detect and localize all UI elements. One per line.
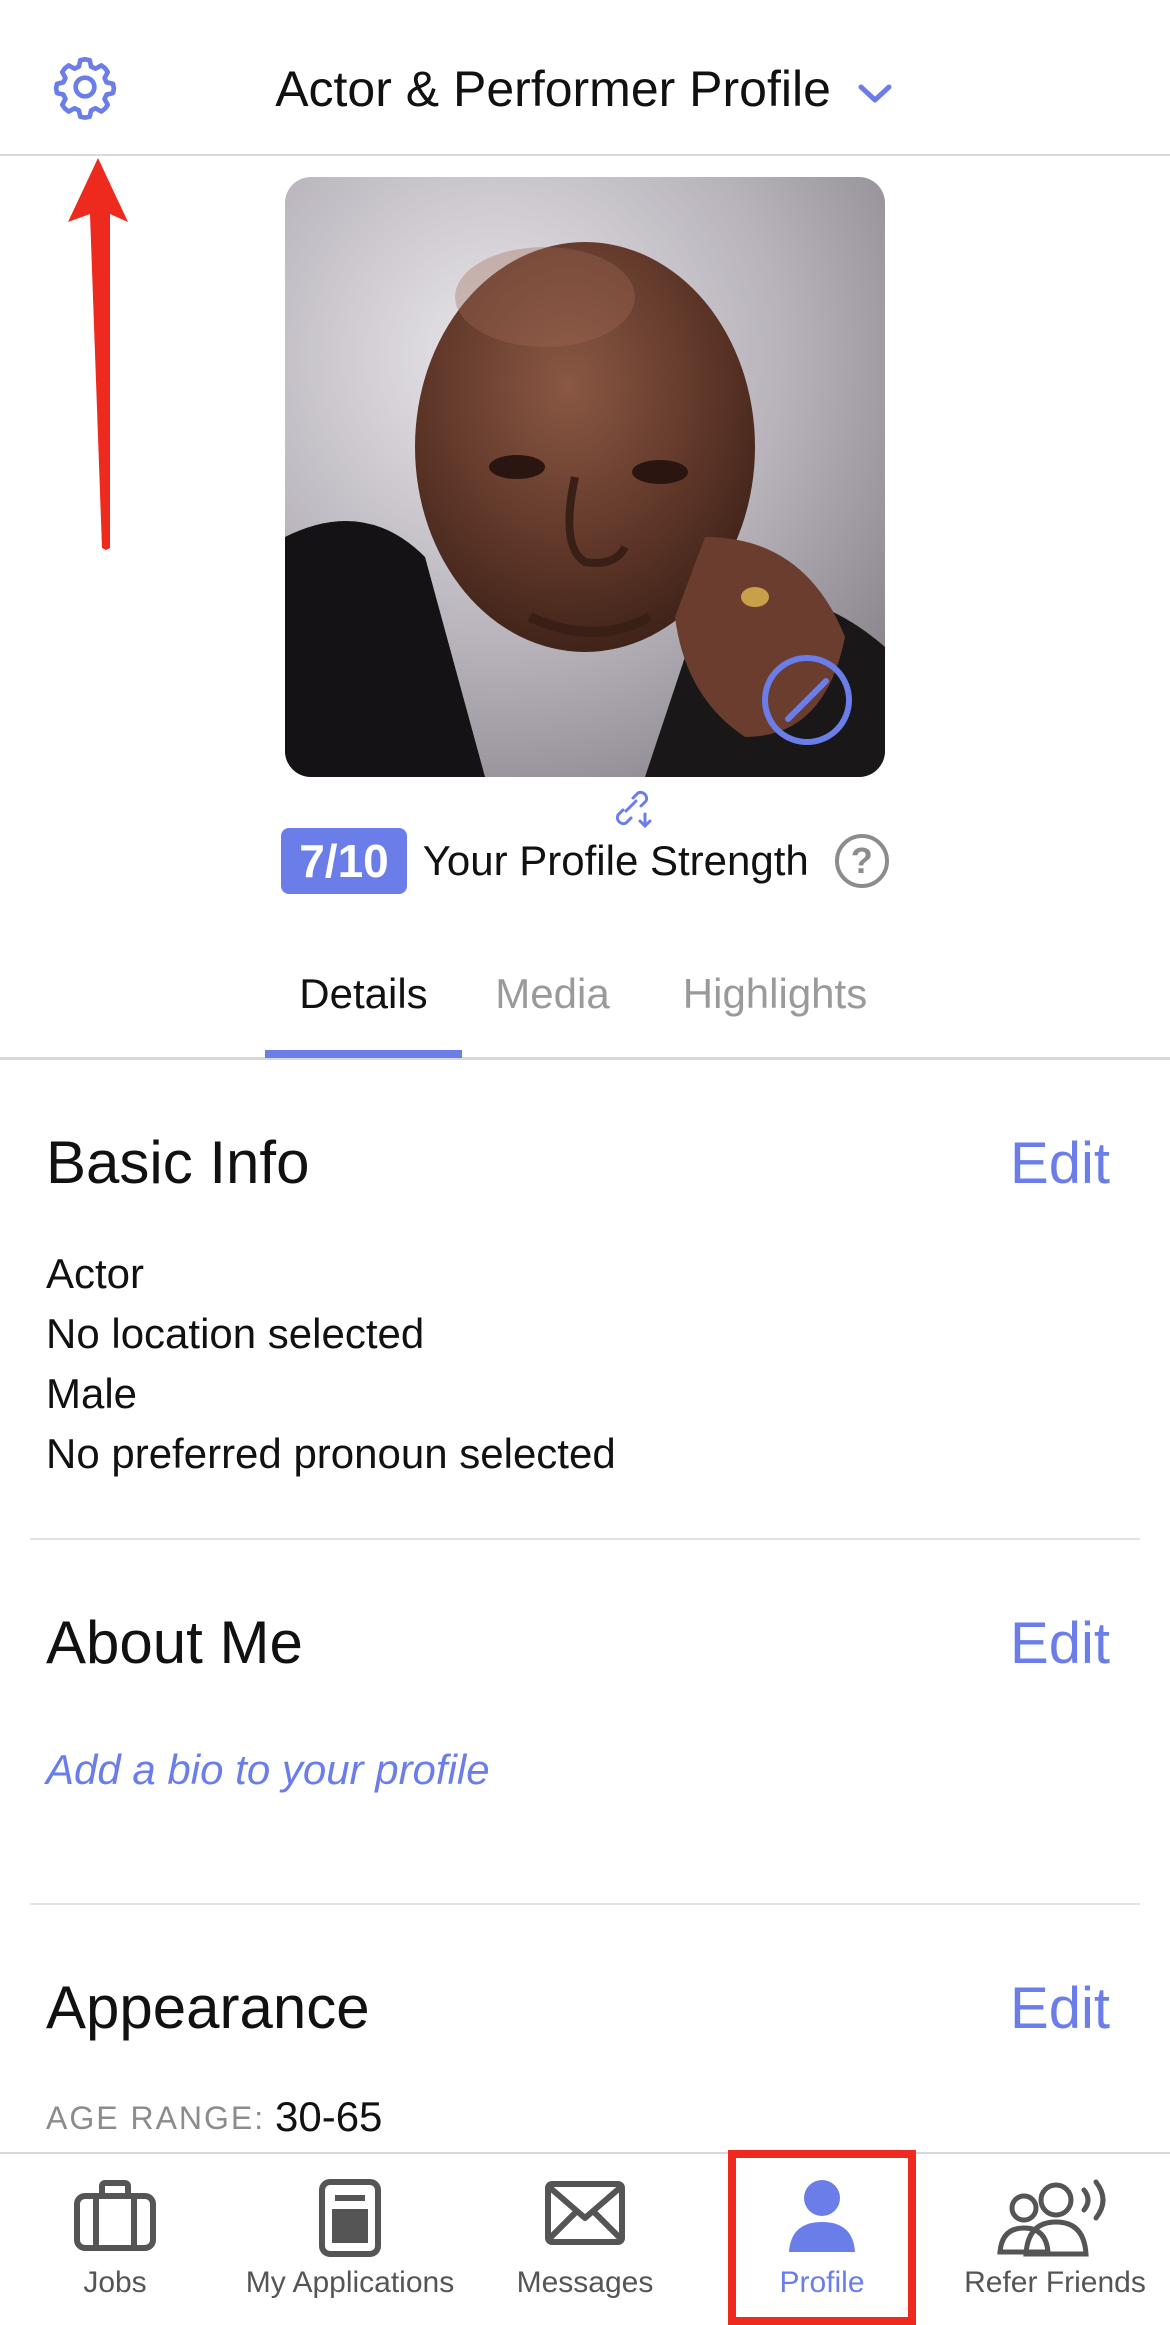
person-icon bbox=[789, 2180, 855, 2252]
help-icon[interactable]: ? bbox=[834, 834, 889, 888]
about-me-title: About Me bbox=[46, 1609, 303, 1676]
basic-info-location: No location selected bbox=[46, 1310, 425, 1357]
tabbar-item-my-applications[interactable]: My Applications bbox=[230, 2154, 470, 2325]
chevron-down-icon bbox=[858, 84, 892, 103]
tabbar-label-refer-friends: Refer Friends bbox=[964, 2266, 1146, 2299]
tab-highlights[interactable]: Highlights bbox=[660, 970, 890, 1018]
refer-friends-icon bbox=[997, 2179, 1106, 2257]
strength-score-badge: 7/10 bbox=[281, 828, 407, 894]
active-tab-indicator bbox=[265, 1050, 462, 1058]
annotation-arrow bbox=[68, 158, 128, 550]
document-icon bbox=[319, 2179, 381, 2257]
tabbar-label-my-applications: My Applications bbox=[245, 2266, 455, 2299]
briefcase-icon bbox=[74, 2180, 156, 2251]
tabbar-item-refer-friends[interactable]: Refer Friends bbox=[940, 2154, 1170, 2325]
envelope-icon bbox=[545, 2181, 625, 2245]
tabbar-label-profile: Profile bbox=[779, 2266, 865, 2299]
tabbar-item-messages[interactable]: Messages bbox=[470, 2154, 700, 2325]
appearance-edit-button[interactable]: Edit bbox=[1010, 1975, 1110, 2042]
tabbar-item-jobs[interactable]: Jobs bbox=[0, 2154, 230, 2325]
age-range-label: AGE RANGE: bbox=[46, 2100, 266, 2136]
profile-type-selector[interactable]: Actor & Performer Profile bbox=[0, 60, 1170, 118]
tabbar-label-jobs: Jobs bbox=[83, 2266, 147, 2299]
add-bio-link[interactable]: Add a bio to your profile bbox=[46, 1746, 490, 1794]
app-header: Actor & Performer Profile bbox=[0, 0, 1170, 156]
bottom-tab-bar: Jobs My Applications Messages Profile Re… bbox=[0, 2152, 1170, 2325]
share-link-icon[interactable] bbox=[609, 784, 655, 830]
basic-info-role: Actor bbox=[46, 1250, 145, 1297]
profile-strength: 7/10 Your Profile Strength ? bbox=[0, 826, 1170, 896]
about-me-edit-button[interactable]: Edit bbox=[1010, 1610, 1110, 1677]
basic-info-gender: Male bbox=[46, 1370, 138, 1417]
tabbar-label-messages: Messages bbox=[516, 2266, 654, 2299]
profile-tabs: Details Media Highlights bbox=[0, 960, 1170, 1060]
tabbar-item-profile[interactable]: Profile bbox=[728, 2154, 916, 2325]
tab-details[interactable]: Details bbox=[265, 970, 462, 1018]
page-title: Actor & Performer Profile bbox=[275, 61, 831, 117]
basic-info-title: Basic Info bbox=[46, 1129, 310, 1196]
age-range-value: 30-65 bbox=[275, 2093, 383, 2140]
basic-info-edit-button[interactable]: Edit bbox=[1010, 1130, 1110, 1197]
basic-info-pronoun: No preferred pronoun selected bbox=[46, 1430, 616, 1477]
tab-media[interactable]: Media bbox=[480, 970, 625, 1018]
section-divider bbox=[30, 1903, 1140, 1905]
edit-photo-icon[interactable] bbox=[760, 653, 854, 747]
appearance-title: Appearance bbox=[46, 1974, 370, 2041]
strength-label: Your Profile Strength bbox=[422, 837, 809, 884]
section-divider bbox=[30, 1538, 1140, 1540]
